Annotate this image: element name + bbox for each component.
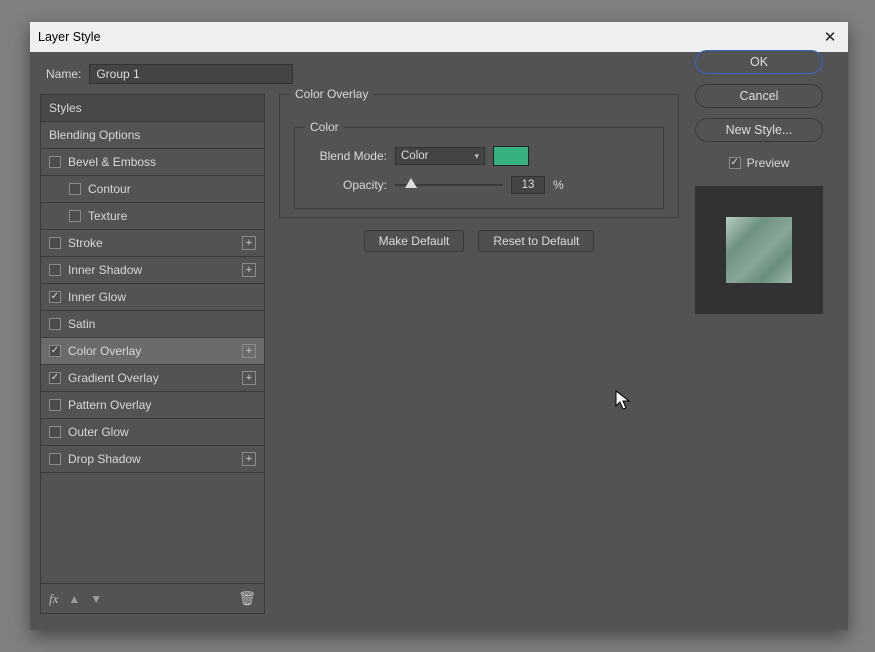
arrow-down-icon[interactable]: ▼	[90, 592, 102, 606]
sidebar-item-label: Gradient Overlay	[68, 371, 159, 385]
blend-mode-value: Color	[401, 150, 428, 162]
checkbox[interactable]	[49, 237, 61, 249]
blend-mode-label: Blend Mode:	[309, 149, 387, 163]
preview-thumbnail	[726, 217, 792, 283]
sidebar-item-label: Stroke	[68, 236, 103, 250]
opacity-unit: %	[553, 178, 564, 192]
sidebar-item-color-overlay[interactable]: Color Overlay +	[41, 338, 264, 365]
options-panel: Color Overlay Color Blend Mode: Color ▾	[279, 94, 679, 614]
add-effect-icon[interactable]: +	[242, 263, 256, 277]
checkbox[interactable]	[49, 345, 61, 357]
titlebar: Layer Style ✕	[30, 22, 848, 52]
preview-box	[695, 186, 823, 314]
new-style-button[interactable]: New Style...	[695, 118, 823, 142]
close-icon[interactable]: ✕	[820, 28, 840, 46]
checkbox[interactable]	[49, 264, 61, 276]
reset-default-button[interactable]: Reset to Default	[478, 230, 594, 252]
add-effect-icon[interactable]: +	[242, 371, 256, 385]
sidebar-item-label: Contour	[88, 182, 131, 196]
preview-toggle[interactable]: Preview	[729, 156, 790, 170]
opacity-label: Opacity:	[309, 178, 387, 192]
arrow-up-icon[interactable]: ▲	[68, 592, 80, 606]
sidebar-item-label: Pattern Overlay	[68, 398, 151, 412]
color-swatch[interactable]	[493, 146, 529, 166]
sidebar-item-label: Inner Shadow	[68, 263, 142, 277]
panel-title: Color Overlay	[290, 87, 373, 101]
sidebar-item-label: Blending Options	[49, 128, 140, 142]
color-overlay-fieldset: Color Overlay Color Blend Mode: Color ▾	[279, 94, 679, 218]
fx-icon[interactable]: fx	[49, 591, 58, 607]
right-column: OK Cancel New Style... Preview	[693, 50, 825, 614]
ok-button[interactable]: OK	[695, 50, 823, 74]
styles-sidebar: Styles Blending Options Bevel & Emboss Con…	[40, 94, 265, 614]
dialog-body: Name: Styles Blending Options Bevel & Emb…	[30, 52, 848, 630]
make-default-button[interactable]: Make Default	[364, 230, 465, 252]
sidebar-item-label: Bevel & Emboss	[68, 155, 156, 169]
checkbox[interactable]	[49, 318, 61, 330]
sidebar-item-gradient-overlay[interactable]: Gradient Overlay +	[41, 365, 264, 392]
add-effect-icon[interactable]: +	[242, 236, 256, 250]
name-input[interactable]	[89, 64, 293, 84]
sidebar-item-label: Inner Glow	[68, 290, 126, 304]
sidebar-item-inner-shadow[interactable]: Inner Shadow +	[41, 257, 264, 284]
sidebar-item-outer-glow[interactable]: Outer Glow	[41, 419, 264, 446]
add-effect-icon[interactable]: +	[242, 452, 256, 466]
sidebar-item-drop-shadow[interactable]: Drop Shadow +	[41, 446, 264, 473]
sidebar-item-inner-glow[interactable]: Inner Glow	[41, 284, 264, 311]
dialog-title: Layer Style	[38, 30, 820, 44]
opacity-slider[interactable]	[395, 178, 503, 192]
checkbox[interactable]	[49, 426, 61, 438]
cancel-button[interactable]: Cancel	[695, 84, 823, 108]
add-effect-icon[interactable]: +	[242, 344, 256, 358]
color-group-title: Color	[305, 120, 344, 134]
preview-label: Preview	[747, 156, 790, 170]
sidebar-item-label: Satin	[68, 317, 95, 331]
opacity-input[interactable]	[511, 176, 545, 194]
trash-icon[interactable]: 🗑	[238, 590, 256, 607]
checkbox[interactable]	[49, 291, 61, 303]
sidebar-item-blending-options[interactable]: Blending Options	[41, 122, 264, 149]
sidebar-item-satin[interactable]: Satin	[41, 311, 264, 338]
checkbox[interactable]	[69, 183, 81, 195]
sidebar-item-label: Texture	[88, 209, 127, 223]
sidebar-item-contour[interactable]: Contour	[41, 176, 264, 203]
sidebar-item-pattern-overlay[interactable]: Pattern Overlay	[41, 392, 264, 419]
sidebar-header[interactable]: Styles	[41, 95, 264, 122]
checkbox[interactable]	[49, 453, 61, 465]
checkbox[interactable]	[49, 156, 61, 168]
chevron-down-icon: ▾	[474, 151, 479, 162]
color-group: Color Blend Mode: Color ▾ Opacity:	[294, 127, 664, 209]
preview-checkbox[interactable]	[729, 157, 741, 169]
checkbox[interactable]	[49, 372, 61, 384]
sidebar-item-label: Color Overlay	[68, 344, 141, 358]
sidebar-item-label: Outer Glow	[68, 425, 129, 439]
blend-mode-select[interactable]: Color ▾	[395, 147, 485, 165]
layer-style-dialog: Layer Style ✕ Name: Styles Blending Opti…	[30, 22, 848, 630]
sidebar-item-label: Drop Shadow	[68, 452, 141, 466]
checkbox[interactable]	[69, 210, 81, 222]
sidebar-item-bevel-emboss[interactable]: Bevel & Emboss	[41, 149, 264, 176]
sidebar-item-texture[interactable]: Texture	[41, 203, 264, 230]
name-label: Name:	[46, 67, 81, 81]
checkbox[interactable]	[49, 399, 61, 411]
sidebar-footer: fx ▲ ▼ 🗑	[41, 583, 264, 613]
sidebar-item-stroke[interactable]: Stroke +	[41, 230, 264, 257]
